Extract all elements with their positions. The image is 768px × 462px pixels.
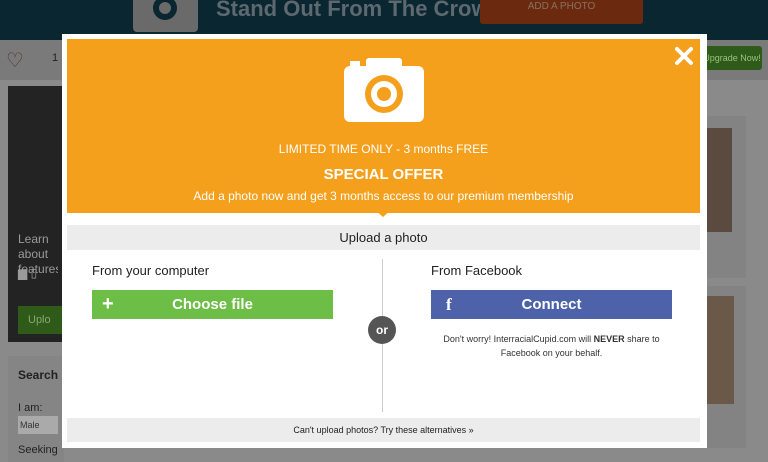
upload-alternatives-link[interactable]: Can't upload photos? Try these alternati… <box>67 418 700 442</box>
facebook-note-text: Don't worry! InterracialCupid.com will <box>443 334 594 344</box>
from-computer-title: From your computer <box>92 263 210 278</box>
from-facebook-title: From Facebook <box>431 263 523 278</box>
camera-icon <box>344 58 424 122</box>
facebook-connect-button[interactable]: f Connect <box>431 290 672 319</box>
logo-heart-icon: ♡ <box>6 50 24 72</box>
banner-add-photo-button: ADD A PHOTO <box>480 0 643 24</box>
left-panel <box>8 86 64 342</box>
facebook-note-emphasis: NEVER <box>593 334 625 344</box>
upload-photo-header: Upload a photo <box>67 225 700 250</box>
nav-text: 1 <box>52 52 59 64</box>
choose-file-button[interactable]: + Choose file <box>92 290 333 319</box>
banner-title: Stand Out From The Crowd <box>216 0 502 21</box>
left-panel-icons: ▆ ▯ <box>18 266 38 280</box>
close-icon[interactable] <box>672 44 696 68</box>
plus-icon: + <box>102 293 114 315</box>
upload-photo-modal: LIMITED TIME ONLY - 3 months FREE SPECIA… <box>62 34 707 448</box>
banner-camera-icon <box>133 0 198 32</box>
offer-pointer <box>373 208 393 217</box>
profile-photo <box>706 296 734 404</box>
choose-file-label: Choose file <box>172 296 253 313</box>
left-upload-button: Uplo <box>18 306 64 334</box>
special-offer-banner: LIMITED TIME ONLY - 3 months FREE SPECIA… <box>67 39 700 213</box>
search-title: Search <box>18 368 59 382</box>
facebook-privacy-note: Don't worry! InterracialCupid.com will N… <box>431 332 672 360</box>
facebook-icon: f <box>446 295 452 314</box>
seeking-label: Seeking <box>18 444 58 456</box>
upgrade-button: Upgrade Now! <box>702 46 762 70</box>
connect-label: Connect <box>521 296 582 313</box>
iam-select: Male <box>18 416 58 434</box>
offer-description: Add a photo now and get 3 months access … <box>193 189 574 203</box>
or-badge: or <box>368 316 396 344</box>
iam-label: I am: <box>18 402 43 414</box>
limited-time-text: LIMITED TIME ONLY - 3 months FREE <box>278 142 489 156</box>
special-offer-title: SPECIAL OFFER <box>323 166 444 183</box>
profile-photo <box>706 128 732 232</box>
